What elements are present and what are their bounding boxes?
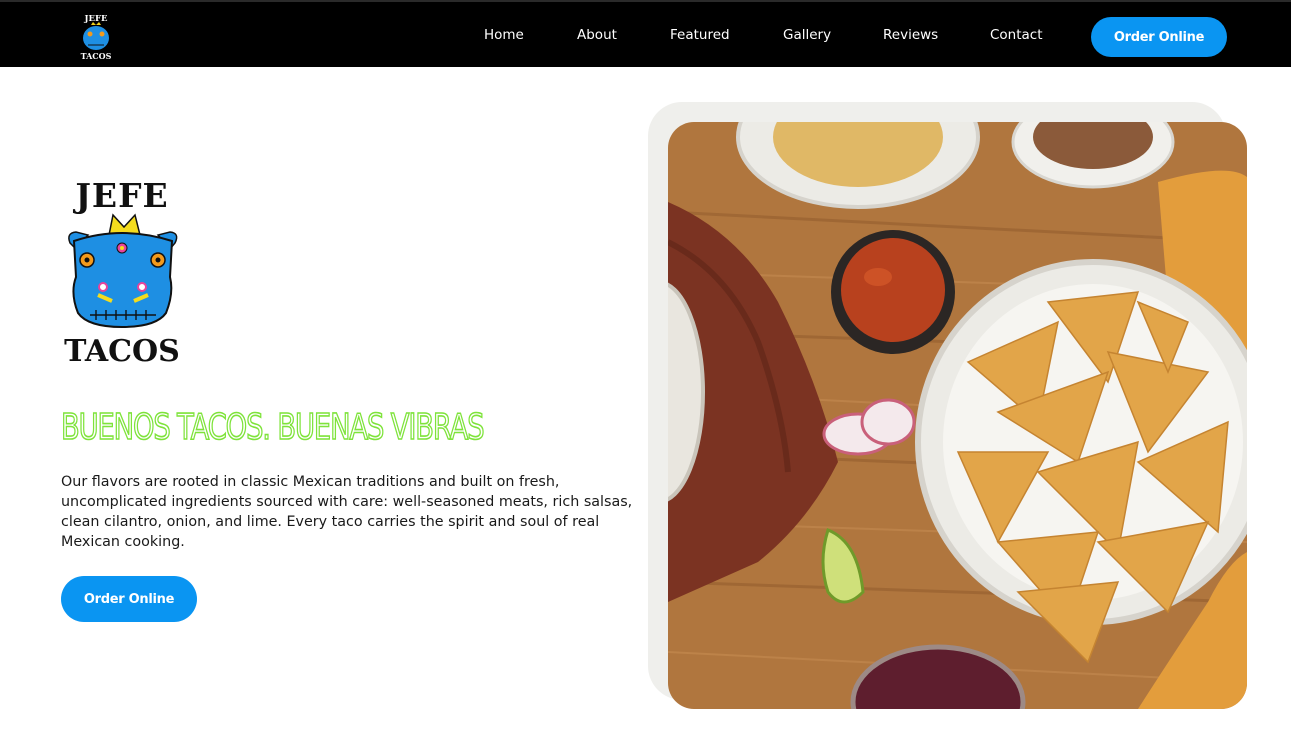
logo-top-text: JEFE: [83, 14, 108, 24]
nav-link-contact[interactable]: Contact: [990, 27, 1043, 43]
nav-link-featured[interactable]: Featured: [670, 27, 730, 43]
nav-link-gallery[interactable]: Gallery: [783, 27, 831, 43]
hero-food-image: [668, 122, 1247, 709]
hero-jefe-tacos-logo: JEFE TACOS: [64, 176, 180, 367]
hero-headline: BUENOS TACOS. BUENAS VIBRAS: [60, 406, 485, 449]
hero-description: Our flavors are rooted in classic Mexica…: [61, 474, 633, 550]
nav-link-home[interactable]: Home: [484, 27, 524, 43]
nav-link-about[interactable]: About: [577, 27, 617, 43]
logo-bottom-text: TACOS: [81, 51, 112, 61]
nav-order-online-button[interactable]: Order Online: [1091, 17, 1227, 57]
hero-logo-bottom-text: TACOS: [64, 334, 180, 367]
jefe-tacos-logo[interactable]: JEFE TACOS: [78, 12, 114, 62]
hero-logo-top-text: JEFE: [72, 176, 168, 215]
top-nav-bar: JEFE TACOS Home About Featured Gallery R…: [0, 0, 1291, 67]
hero-order-online-button[interactable]: Order Online: [61, 576, 197, 622]
nav-link-reviews[interactable]: Reviews: [883, 27, 938, 43]
